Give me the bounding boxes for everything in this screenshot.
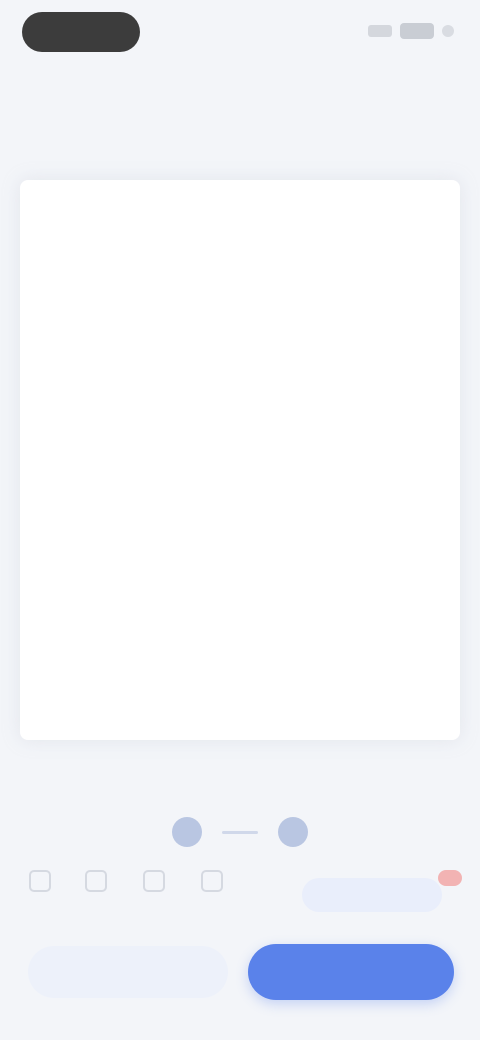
battery-icon — [400, 23, 434, 39]
page-separator — [222, 830, 258, 834]
menu-dot-icon[interactable] — [442, 25, 454, 37]
tool-icon-3 — [143, 870, 165, 892]
document-preview[interactable] — [20, 180, 460, 740]
back-caption — [44, 70, 124, 86]
top-bar — [0, 0, 480, 110]
page-dot-current[interactable] — [172, 817, 202, 847]
summary-chip[interactable] — [302, 878, 442, 912]
document-body — [56, 238, 426, 286]
primary-button[interactable] — [248, 944, 454, 1000]
status-icons — [368, 18, 454, 44]
tool-2[interactable] — [76, 870, 116, 922]
tool-4[interactable] — [192, 870, 232, 922]
tool-icon-2 — [85, 870, 107, 892]
tool-icon-4 — [201, 870, 223, 892]
tool-icon-1 — [29, 870, 51, 892]
tool-1[interactable] — [20, 870, 60, 922]
toolbar — [0, 860, 480, 930]
secondary-button[interactable] — [28, 946, 228, 998]
tool-3[interactable] — [134, 870, 174, 922]
top-right-caption — [350, 70, 460, 86]
signal-icon — [368, 25, 392, 37]
notification-badge — [438, 870, 462, 886]
page-indicator — [0, 812, 480, 852]
bottom-actions — [0, 940, 480, 1010]
back-button[interactable] — [22, 12, 140, 52]
page-dot-next[interactable] — [278, 817, 308, 847]
